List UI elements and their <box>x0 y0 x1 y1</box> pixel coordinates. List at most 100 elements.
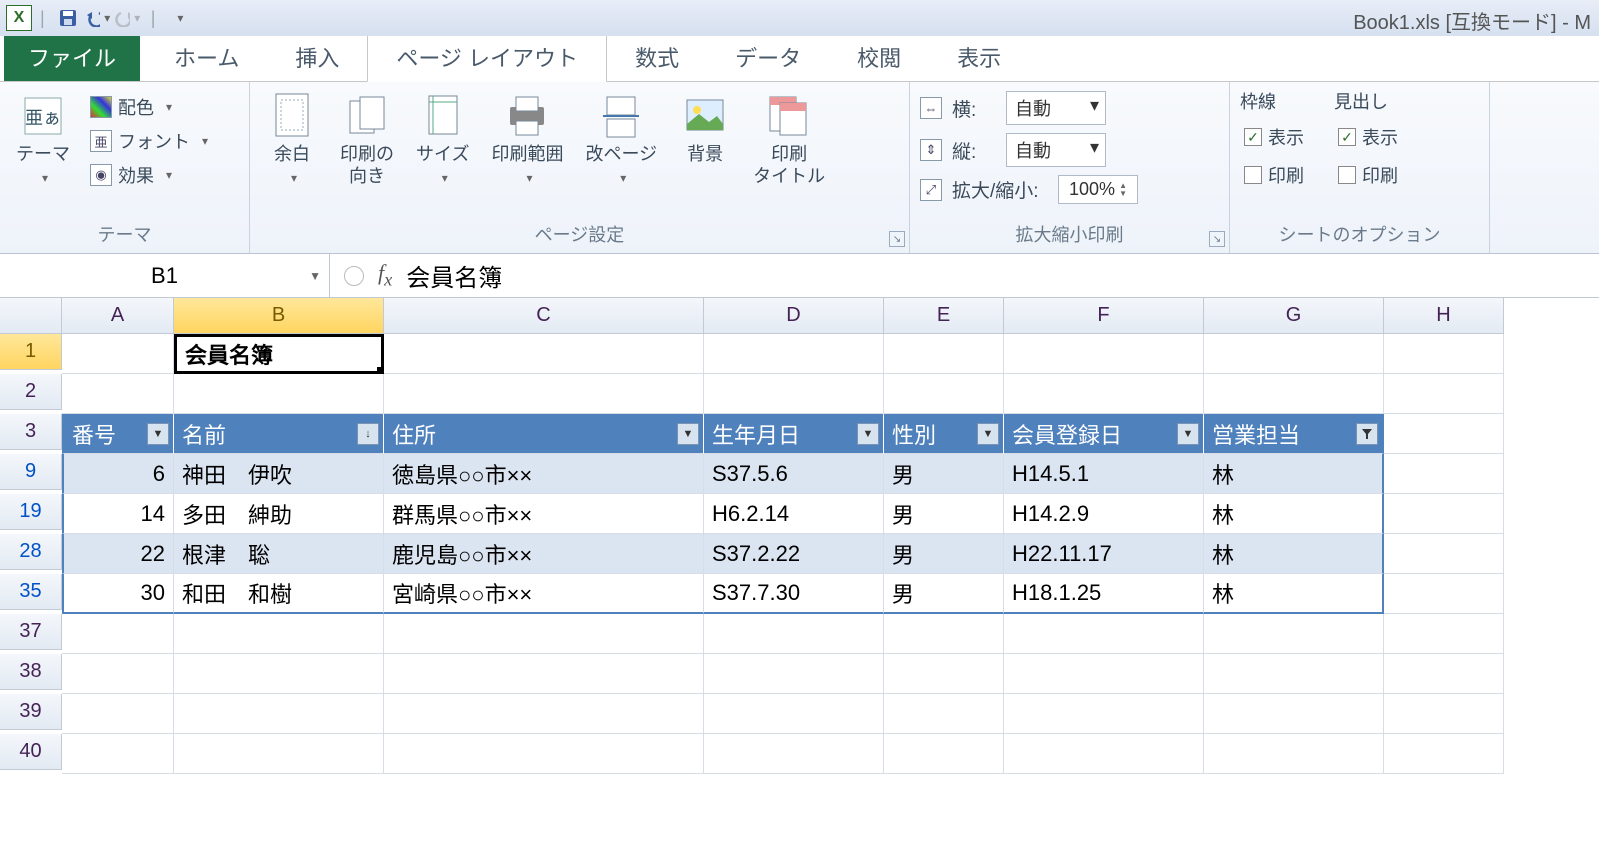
cell-D1[interactable] <box>704 334 884 374</box>
table-cell[interactable]: 30 <box>62 574 174 614</box>
row-hdr-37[interactable]: 37 <box>0 614 62 650</box>
page-setup-launcher[interactable]: ↘ <box>889 231 905 247</box>
themes-button[interactable]: 亜ぁ テーマ▾ <box>10 88 76 191</box>
row-hdr-35[interactable]: 35 <box>0 574 62 610</box>
table-cell[interactable]: 男 <box>884 574 1004 614</box>
save-button[interactable] <box>55 5 81 31</box>
headings-view-checkbox[interactable]: ✓表示 <box>1334 122 1402 152</box>
row-hdr-28[interactable]: 28 <box>0 534 62 570</box>
fit-width-select[interactable]: 自動▾ <box>1006 91 1106 125</box>
table-cell[interactable]: S37.5.6 <box>704 454 884 494</box>
formula-value[interactable]: 会員名簿 <box>406 258 502 293</box>
file-tab[interactable]: ファイル <box>4 33 140 81</box>
tab-home[interactable]: ホーム <box>146 33 267 81</box>
theme-colors-button[interactable]: 配色▾ <box>86 92 214 122</box>
table-cell[interactable]: 6 <box>62 454 174 494</box>
th-name[interactable]: 名前↓ <box>174 414 384 454</box>
table-cell[interactable]: H18.1.25 <box>1004 574 1204 614</box>
tab-page-layout[interactable]: ページ レイアウト <box>367 32 607 82</box>
row-hdr-38[interactable]: 38 <box>0 654 62 690</box>
breaks-button[interactable]: 改ページ▾ <box>579 88 663 191</box>
table-cell[interactable]: 男 <box>884 454 1004 494</box>
cell-G1[interactable] <box>1204 334 1384 374</box>
name-box[interactable]: B1 ▼ <box>0 254 330 297</box>
th-sex[interactable]: 性別▼ <box>884 414 1004 454</box>
filter-btn-dob[interactable]: ▼ <box>857 423 879 445</box>
row-hdr-40[interactable]: 40 <box>0 734 62 770</box>
filter-btn-reg[interactable]: ▼ <box>1177 423 1199 445</box>
table-cell[interactable]: 林 <box>1204 574 1384 614</box>
table-cell[interactable]: 林 <box>1204 494 1384 534</box>
table-cell[interactable]: 林 <box>1204 534 1384 574</box>
tab-review[interactable]: 校閲 <box>829 33 929 81</box>
tab-insert[interactable]: 挿入 <box>267 33 367 81</box>
row-hdr-3[interactable]: 3 <box>0 414 62 450</box>
col-hdr-F[interactable]: F <box>1004 298 1204 334</box>
table-cell[interactable]: 林 <box>1204 454 1384 494</box>
print-area-button[interactable]: 印刷範囲▾ <box>485 88 569 191</box>
scale-spinner[interactable]: 100%▲▼ <box>1058 175 1138 204</box>
gridlines-view-checkbox[interactable]: ✓表示 <box>1240 122 1308 152</box>
cell-F1[interactable] <box>1004 334 1204 374</box>
gridlines-print-checkbox[interactable]: 印刷 <box>1240 160 1308 190</box>
filter-btn-no[interactable]: ▼ <box>147 423 169 445</box>
table-cell[interactable]: H6.2.14 <box>704 494 884 534</box>
scale-launcher[interactable]: ↘ <box>1209 231 1225 247</box>
filter-btn-sex[interactable]: ▼ <box>977 423 999 445</box>
theme-effects-button[interactable]: ◉ 効果▾ <box>86 160 214 190</box>
col-hdr-E[interactable]: E <box>884 298 1004 334</box>
table-cell[interactable]: H14.2.9 <box>1004 494 1204 534</box>
col-hdr-D[interactable]: D <box>704 298 884 334</box>
tab-view[interactable]: 表示 <box>929 33 1029 81</box>
namebox-dropdown-icon[interactable]: ▼ <box>309 269 321 283</box>
th-sales[interactable]: 営業担当 <box>1204 414 1384 454</box>
cell-E1[interactable] <box>884 334 1004 374</box>
headings-print-checkbox[interactable]: 印刷 <box>1334 160 1402 190</box>
size-button[interactable]: サイズ▾ <box>410 88 475 191</box>
th-dob[interactable]: 生年月日▼ <box>704 414 884 454</box>
table-cell[interactable]: 群馬県○○市×× <box>384 494 704 534</box>
orientation-button[interactable]: 印刷の 向き <box>334 88 400 191</box>
row-hdr-2[interactable]: 2 <box>0 374 62 410</box>
row-hdr-1[interactable]: 1 <box>0 334 62 370</box>
th-reg[interactable]: 会員登録日▼ <box>1004 414 1204 454</box>
excel-app-icon[interactable]: X <box>6 5 32 31</box>
col-hdr-B[interactable]: B <box>174 298 384 334</box>
table-cell[interactable]: 鹿児島○○市×× <box>384 534 704 574</box>
select-all-corner[interactable] <box>0 298 62 334</box>
table-cell[interactable]: S37.7.30 <box>704 574 884 614</box>
table-cell[interactable]: 男 <box>884 494 1004 534</box>
table-cell[interactable]: 22 <box>62 534 174 574</box>
th-no[interactable]: 番号▼ <box>62 414 174 454</box>
table-cell[interactable]: 多田 紳助 <box>174 494 384 534</box>
print-titles-button[interactable]: 印刷 タイトル <box>747 88 831 191</box>
col-hdr-A[interactable]: A <box>62 298 174 334</box>
th-addr[interactable]: 住所▼ <box>384 414 704 454</box>
row-hdr-9[interactable]: 9 <box>0 454 62 490</box>
col-hdr-H[interactable]: H <box>1384 298 1504 334</box>
table-cell[interactable]: 宮崎県○○市×× <box>384 574 704 614</box>
table-cell[interactable]: H14.5.1 <box>1004 454 1204 494</box>
table-cell[interactable]: 男 <box>884 534 1004 574</box>
tab-data[interactable]: データ <box>707 33 829 81</box>
cell-C1[interactable] <box>384 334 704 374</box>
table-cell[interactable]: 14 <box>62 494 174 534</box>
table-cell[interactable]: S37.2.22 <box>704 534 884 574</box>
cell-H1[interactable] <box>1384 334 1504 374</box>
cell-A1[interactable] <box>62 334 174 374</box>
filter-btn-name[interactable]: ↓ <box>357 423 379 445</box>
cell-B1[interactable]: 会員名簿 <box>174 334 384 374</box>
filter-btn-sales[interactable] <box>1356 423 1378 445</box>
fit-height-select[interactable]: 自動▾ <box>1006 133 1106 167</box>
table-cell[interactable]: 神田 伊吹 <box>174 454 384 494</box>
redo-button[interactable]: ▾ <box>115 5 141 31</box>
theme-fonts-button[interactable]: 亜 フォント▾ <box>86 126 214 156</box>
undo-button[interactable]: ▾ <box>85 5 111 31</box>
fx-icon[interactable]: fx <box>378 260 392 290</box>
filter-btn-addr[interactable]: ▼ <box>677 423 699 445</box>
sheet-grid[interactable]: A B C D E F G H 1 会員名簿 2 3 番号▼ 名前↓ 住所▼ 生… <box>0 298 1599 774</box>
col-hdr-G[interactable]: G <box>1204 298 1384 334</box>
tab-formulas[interactable]: 数式 <box>607 33 707 81</box>
row-hdr-39[interactable]: 39 <box>0 694 62 730</box>
margins-button[interactable]: 余白▾ <box>260 88 324 191</box>
